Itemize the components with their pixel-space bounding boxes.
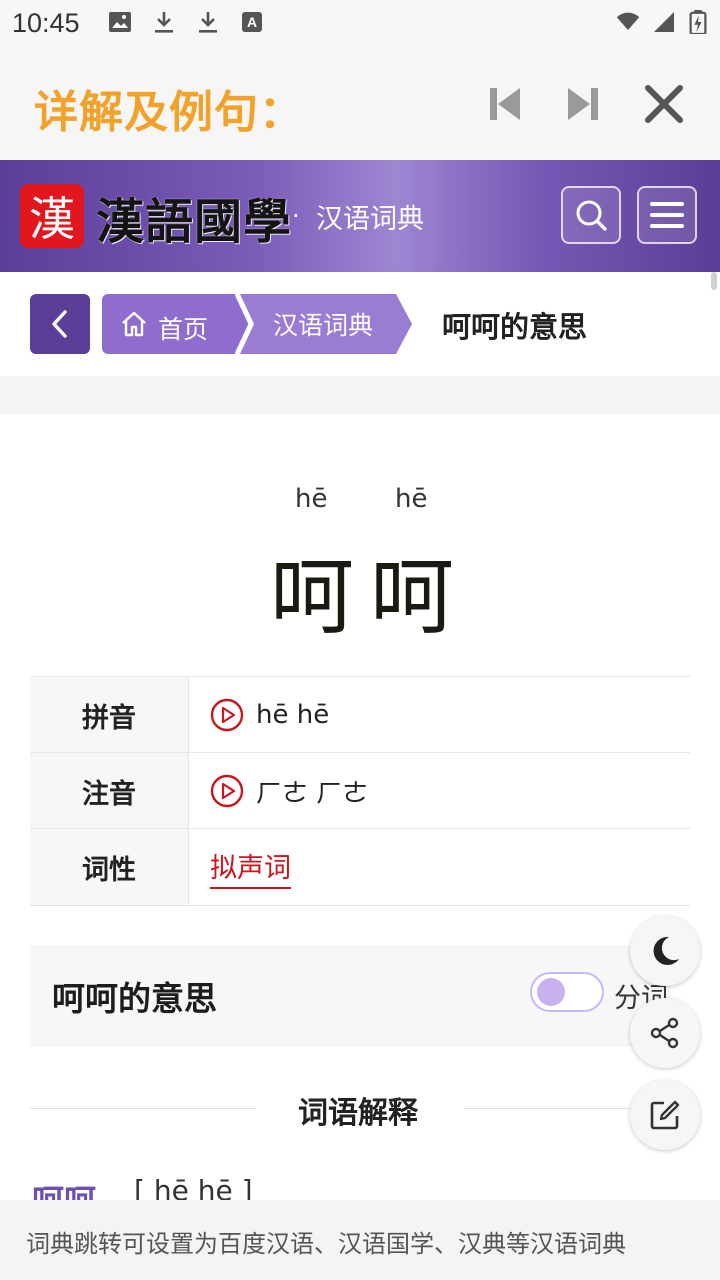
- meaning-title: 呵呵的意思: [52, 979, 217, 1018]
- skip-previous-icon: [490, 88, 520, 120]
- edit-button[interactable]: [630, 1080, 700, 1150]
- next-button[interactable]: [558, 78, 610, 130]
- headword-char-1: 呵: [270, 548, 355, 646]
- previous-button[interactable]: [478, 78, 530, 130]
- entry-word: 呵呵: [32, 1176, 96, 1200]
- site-logo-text[interactable]: 漢語國學: [96, 182, 292, 252]
- bottom-notice-text: 词典跳转可设置为百度汉语、汉语国学、汉典等汉语词典: [26, 1230, 626, 1258]
- pinyin-char-2: hē: [395, 484, 428, 514]
- dark-mode-icon: [653, 936, 679, 965]
- top-bar-title: 详解及例句：: [34, 87, 304, 138]
- info-label: 注音: [30, 753, 189, 829]
- share-icon: [650, 1017, 679, 1049]
- close-icon: [645, 85, 683, 123]
- wifi-icon: [616, 10, 646, 34]
- section-spacer: [0, 376, 720, 414]
- back-button[interactable]: [30, 294, 90, 354]
- status-time: 10:45: [12, 8, 80, 38]
- pinyin-char-1: hē: [295, 484, 328, 514]
- menu-icon: [650, 202, 684, 228]
- info-row-pinyin: 拼音 hē hē: [30, 676, 690, 753]
- dark-mode-button[interactable]: [630, 916, 700, 986]
- part-of-speech-link[interactable]: 拟声词: [210, 846, 291, 889]
- info-row-zhuyin: 注音 ㄏㄜ ㄏㄜ: [30, 752, 690, 829]
- font-icon: A: [240, 10, 264, 34]
- search-button[interactable]: [561, 186, 621, 244]
- info-row-pos: 词性 拟声词: [30, 828, 690, 906]
- headword-char-2: 呵: [370, 548, 455, 646]
- edit-icon: [650, 1100, 680, 1130]
- zhuyin-value: ㄏㄜ ㄏㄜ: [256, 778, 369, 809]
- logo-separator: ·: [292, 202, 300, 230]
- signal-icon: [652, 10, 676, 34]
- image-icon: [108, 10, 132, 34]
- svg-text:A: A: [247, 14, 257, 30]
- info-value: 拟声词: [210, 829, 291, 905]
- play-audio-icon[interactable]: [210, 774, 244, 808]
- toggle-knob: [537, 978, 565, 1006]
- pinyin-value: hē hē: [256, 700, 330, 730]
- info-label: 拼音: [30, 677, 189, 753]
- scrollbar-thumb[interactable]: [711, 272, 717, 290]
- chevron-left-icon: [52, 310, 67, 338]
- info-value: ㄏㄜ ㄏㄜ: [210, 753, 368, 829]
- skip-next-icon: [568, 88, 598, 120]
- breadcrumb-item-home[interactable]: 首页: [158, 310, 208, 346]
- divider: [30, 1108, 256, 1109]
- close-button[interactable]: [638, 78, 690, 130]
- search-icon: [576, 200, 607, 231]
- breadcrumb-item-dictionary[interactable]: 汉语词典: [273, 306, 373, 342]
- download-icon: [196, 10, 220, 34]
- segment-toggle[interactable]: [530, 972, 604, 1012]
- menu-button[interactable]: [637, 186, 697, 244]
- site-subtitle[interactable]: 汉语词典: [316, 197, 424, 236]
- breadcrumb-current: 呵呵的意思: [442, 310, 588, 344]
- download-icon: [152, 10, 176, 34]
- entry-pinyin: [ hē hē ]: [134, 1174, 253, 1200]
- share-button[interactable]: [630, 998, 700, 1068]
- info-value: hē hē: [210, 677, 329, 753]
- play-audio-icon[interactable]: [210, 698, 244, 732]
- info-label: 词性: [30, 829, 189, 905]
- battery-charging-icon: [686, 10, 707, 36]
- logo-icon[interactable]: 漢: [20, 184, 84, 248]
- home-icon: [122, 311, 146, 337]
- site-header: 漢 漢語國學 · 汉语词典: [0, 160, 720, 272]
- explanation-title: 词语解释: [298, 1096, 418, 1131]
- word-info-table: 拼音 hē hē 注音 ㄏㄜ ㄏㄜ 词性 拟声词: [30, 676, 690, 907]
